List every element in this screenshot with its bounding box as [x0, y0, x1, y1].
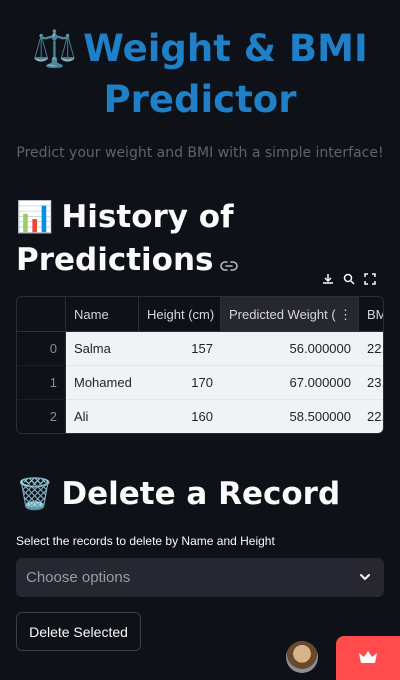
column-header-bmi[interactable]: BM — [359, 297, 383, 332]
crown-icon — [358, 649, 378, 668]
column-header-weight[interactable]: Predicted Weight ( ⋮ — [221, 297, 359, 332]
history-heading-line-2: Predictions — [16, 242, 214, 278]
delete-selected-button[interactable]: Delete Selected — [16, 612, 141, 651]
title-line-2: Predictor — [103, 78, 297, 121]
table-cell-name[interactable]: Mohamed — [66, 366, 139, 400]
table-cell-bmi[interactable]: 23. — [359, 366, 383, 400]
streamlit-badge[interactable] — [336, 636, 400, 680]
delete-heading-label: Delete a Record — [61, 476, 341, 512]
avatar[interactable] — [286, 641, 318, 673]
link-icon[interactable] — [219, 241, 238, 283]
scales-icon: ⚖️ — [32, 29, 78, 70]
delete-select-label: Select the records to delete by Name and… — [16, 534, 275, 548]
table-cell-weight[interactable]: 67.000000 — [221, 366, 359, 400]
app-title: ⚖️ Weight & BMI Predictor — [0, 24, 400, 125]
row-index: 2 — [17, 400, 66, 433]
table-cell-bmi[interactable]: 22. — [359, 332, 383, 366]
trash-icon: 🗑️ — [16, 477, 54, 512]
table-cell-height[interactable]: 157 — [139, 332, 221, 366]
column-header-height[interactable]: Height (cm) — [139, 297, 221, 332]
app-subtitle: Predict your weight and BMI with a simpl… — [16, 145, 384, 161]
table-cell-weight[interactable]: 56.000000 — [221, 332, 359, 366]
column-menu-icon[interactable]: ⋮ — [339, 297, 352, 331]
table-cell-height[interactable]: 170 — [139, 366, 221, 400]
table-cell-bmi[interactable]: 22. — [359, 400, 383, 433]
history-table[interactable]: Name Height (cm) Predicted Weight ( ⋮ BM… — [16, 296, 384, 434]
table-cell-name[interactable]: Salma — [66, 332, 139, 366]
records-multiselect[interactable]: Choose options — [16, 558, 384, 597]
table-cell-name[interactable]: Ali — [66, 400, 139, 433]
column-header-weight-label: Predicted Weight ( — [229, 307, 336, 322]
delete-heading: 🗑️ Delete a Record — [16, 473, 340, 516]
history-heading: 📊 History of Predictions — [16, 196, 238, 283]
row-index: 1 — [17, 366, 66, 400]
multiselect-placeholder: Choose options — [26, 569, 131, 586]
index-header — [17, 297, 66, 332]
table-cell-height[interactable]: 160 — [139, 400, 221, 433]
history-heading-line-1: History of — [61, 199, 234, 235]
search-icon[interactable] — [340, 270, 358, 288]
table-cell-weight[interactable]: 58.500000 — [221, 400, 359, 433]
fullscreen-icon[interactable] — [361, 270, 379, 288]
row-index: 0 — [17, 332, 66, 366]
title-line-1: Weight & BMI — [83, 27, 368, 70]
chart-icon: 📊 — [16, 200, 54, 235]
column-header-name[interactable]: Name — [66, 297, 139, 332]
chevron-down-icon[interactable] — [358, 570, 372, 588]
download-icon[interactable] — [319, 270, 337, 288]
table-toolbar — [313, 266, 385, 292]
